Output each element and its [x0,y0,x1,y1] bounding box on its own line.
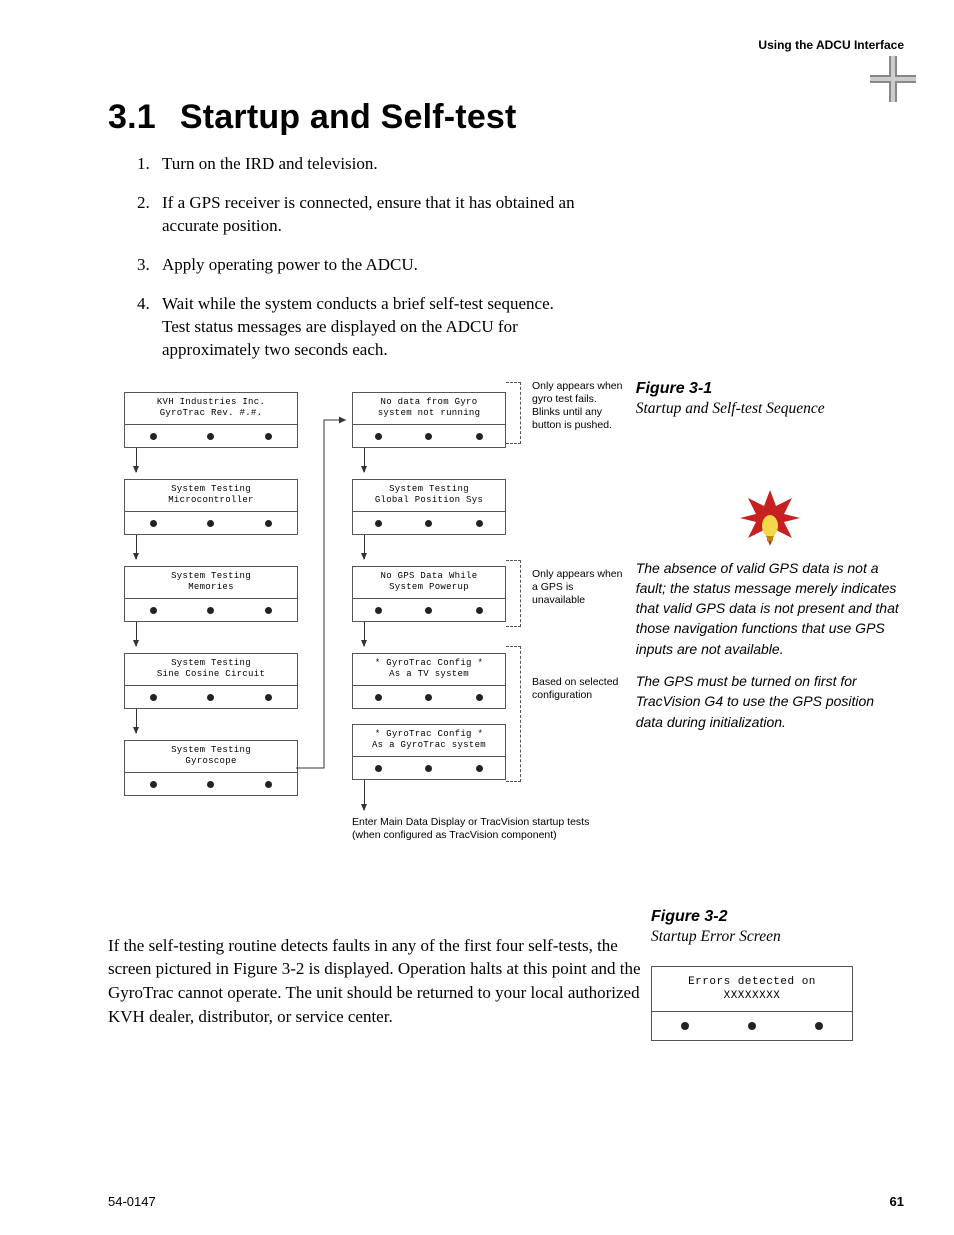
tip-callout: The absence of valid GPS data is not a f… [636,488,904,732]
figure-label: Figure 3-1 [636,380,904,398]
lcd-box: System TestingMemories [124,566,298,623]
lcd-line: Memories [188,582,234,592]
annotation: Based on selected configuration [532,676,627,702]
lcd-line: * GyroTrac Config * [375,658,483,668]
page-number: 61 [890,1194,904,1209]
annotation: Only appears when gyro test fails. Blink… [532,380,627,433]
lcd-box: * GyroTrac Config *As a GyroTrac system [352,724,506,781]
lcd-line: Microcontroller [168,495,254,505]
lcd-line: Global Position Sys [375,495,483,505]
figure-caption: Startup Error Screen [651,928,901,946]
lcd-line: GyroTrac Rev. #.#. [160,408,263,418]
lcd-line: System Powerup [389,582,469,592]
crop-mark-icon [870,56,916,102]
annotation: Only appears when a GPS is unavailable [532,568,627,607]
tip-paragraph: The absence of valid GPS data is not a f… [636,558,904,659]
step-item: Apply operating power to the ADCU. [154,254,584,277]
lcd-line: KVH Industries Inc. [157,397,265,407]
lcd-line: System Testing [171,658,251,668]
step-item: Wait while the system conducts a brief s… [154,293,584,362]
lcd-error-screen: Errors detected on XXXXXXXX [651,966,853,1042]
lcd-line: Gyroscope [185,756,236,766]
figure-label: Figure 3-2 [651,908,901,926]
flow-connector [296,392,351,792]
lcd-line: System Testing [171,484,251,494]
figure-caption: Startup and Self-test Sequence [636,400,904,418]
lcd-line: No GPS Data While [381,571,478,581]
lcd-line: XXXXXXXX [724,990,781,1002]
lcd-line: As a TV system [389,669,469,679]
page-footer: 54-0147 61 [108,1194,904,1209]
figure-3-1-diagram: KVH Industries Inc.GyroTrac Rev. #.#. Sy… [108,380,630,878]
section-heading: Startup and Self-test [180,98,517,136]
step-item: If a GPS receiver is connected, ensure t… [154,192,584,238]
page-title: 3.1 Startup and Self-test [108,98,904,137]
section-number: 3.1 [108,98,156,136]
lcd-box: System TestingMicrocontroller [124,479,298,536]
running-header: Using the ADCU Interface [758,38,904,55]
lcd-line: System Testing [171,571,251,581]
lcd-line: System Testing [389,484,469,494]
tip-paragraph: The GPS must be turned on first for Trac… [636,671,904,732]
lcd-line: system not running [378,408,481,418]
lcd-box: KVH Industries Inc.GyroTrac Rev. #.#. [124,392,298,449]
steps-list: Turn on the IRD and television. If a GPS… [154,153,584,362]
lcd-box: System TestingSine Cosine Circuit [124,653,298,710]
lcd-line: * GyroTrac Config * [375,729,483,739]
lcd-box: * GyroTrac Config *As a TV system [352,653,506,710]
lcd-line: Sine Cosine Circuit [157,669,265,679]
lcd-line: Errors detected on [688,976,816,988]
lcd-box: System TestingGlobal Position Sys [352,479,506,536]
lcd-line: As a GyroTrac system [372,740,486,750]
section-title: Using the ADCU Interface [758,38,904,52]
tip-burst-icon [740,488,800,548]
doc-number: 54-0147 [108,1194,156,1209]
lcd-box: No GPS Data WhileSystem Powerup [352,566,506,623]
exit-note: Enter Main Data Display or TracVision st… [352,816,612,843]
lcd-line: System Testing [171,745,251,755]
lcd-box: System TestingGyroscope [124,740,298,797]
lcd-line: No data from Gyro [381,397,478,407]
body-paragraph: If the self-testing routine detects faul… [108,934,641,1042]
lcd-box: No data from Gyrosystem not running [352,392,506,449]
step-item: Turn on the IRD and television. [154,153,584,176]
